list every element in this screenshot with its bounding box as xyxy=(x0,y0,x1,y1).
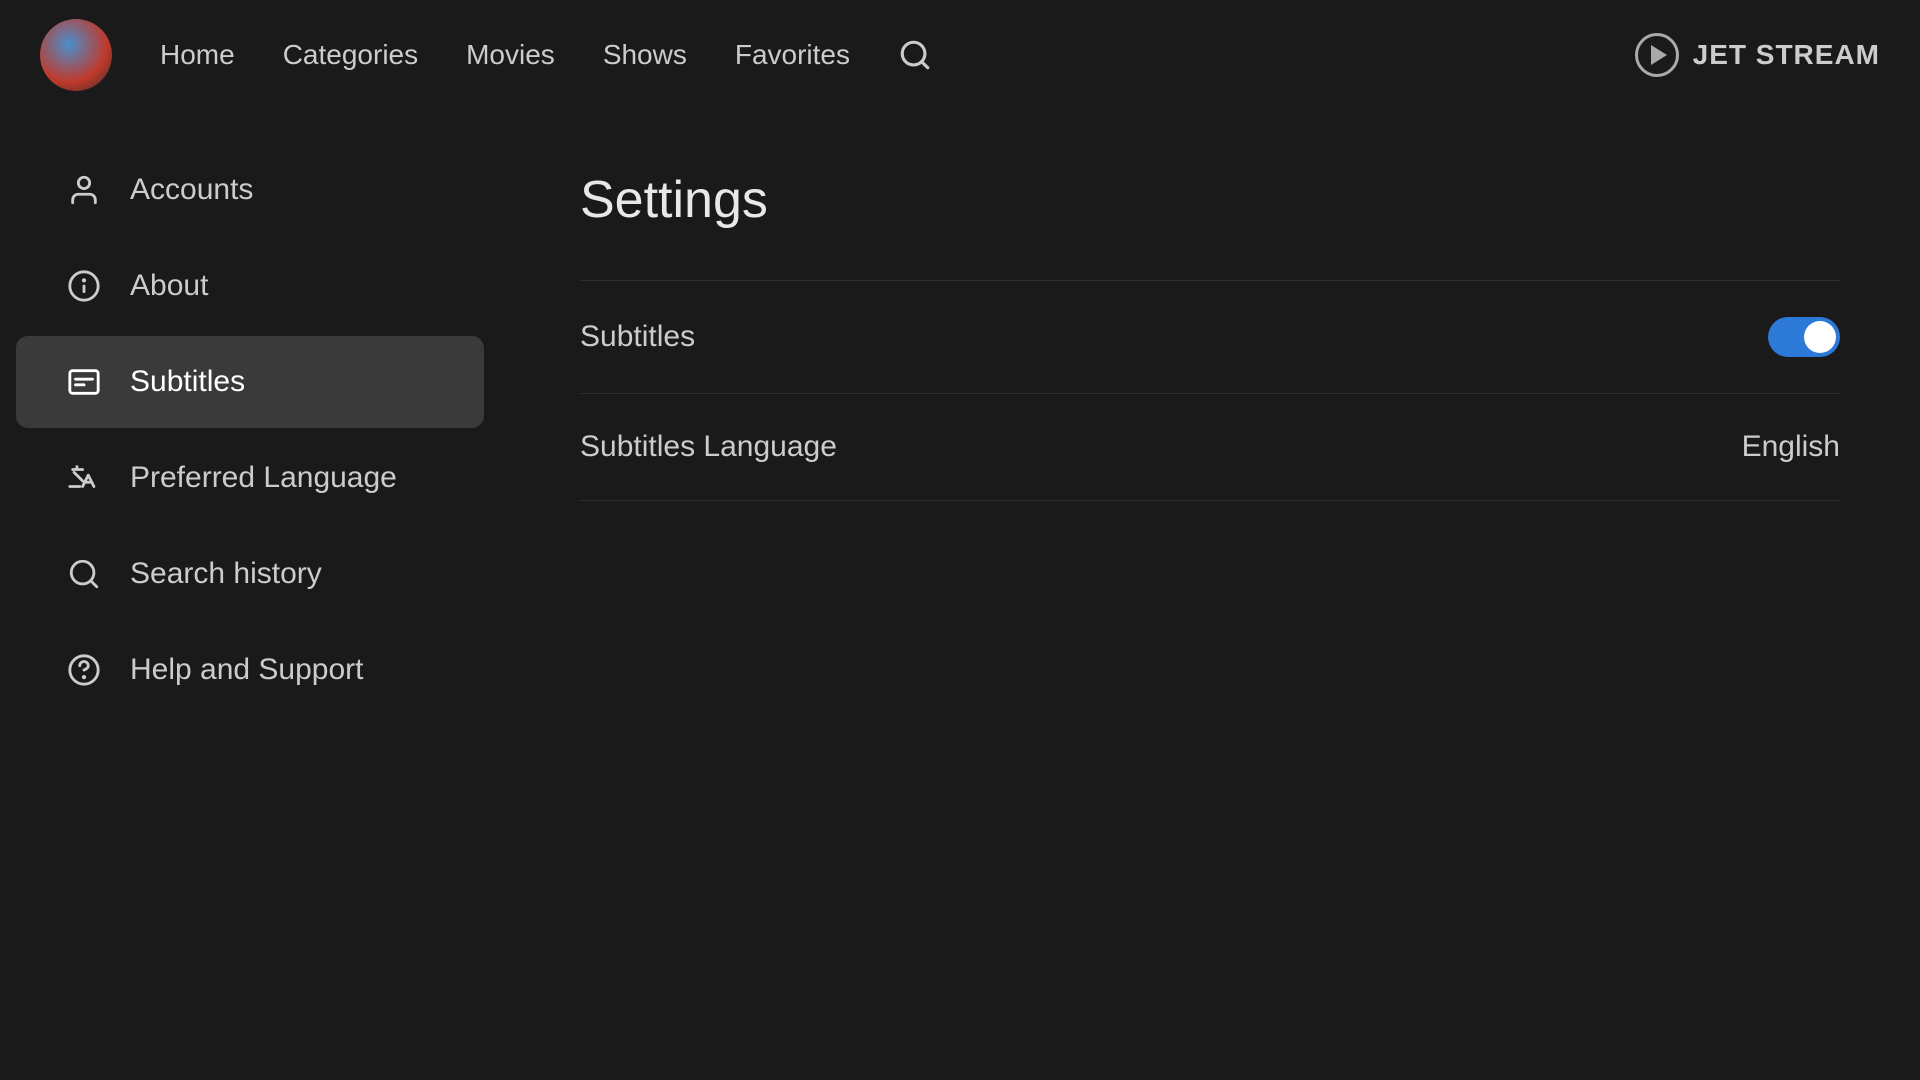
sidebar-item-preferred-language[interactable]: Preferred Language xyxy=(16,432,484,524)
info-icon xyxy=(66,268,102,304)
brand-area: JET STREAM xyxy=(1635,33,1880,77)
help-icon xyxy=(66,652,102,688)
subtitles-language-label: Subtitles Language xyxy=(580,430,837,464)
sidebar-item-help-support[interactable]: Help and Support xyxy=(16,624,484,716)
settings-title: Settings xyxy=(580,170,1840,230)
settings-row-subtitles: Subtitles xyxy=(580,280,1840,394)
sidebar: Accounts About Subtitles xyxy=(0,110,500,1080)
search-history-icon xyxy=(66,556,102,592)
sidebar-item-subtitles[interactable]: Subtitles xyxy=(16,336,484,428)
subtitles-language-value: English xyxy=(1742,430,1840,464)
top-navigation: Home Categories Movies Shows Favorites J… xyxy=(0,0,1920,110)
settings-panel: Settings Subtitles Subtitles Language En… xyxy=(500,110,1920,1080)
sidebar-label-about: About xyxy=(130,269,208,303)
nav-home[interactable]: Home xyxy=(160,39,235,71)
sidebar-label-accounts: Accounts xyxy=(130,173,253,207)
nav-movies[interactable]: Movies xyxy=(466,39,555,71)
sidebar-item-about[interactable]: About xyxy=(16,240,484,332)
toggle-slider xyxy=(1768,317,1840,357)
sidebar-label-preferred-language: Preferred Language xyxy=(130,461,397,495)
nav-favorites[interactable]: Favorites xyxy=(735,39,850,71)
translate-icon xyxy=(66,460,102,496)
sidebar-item-search-history[interactable]: Search history xyxy=(16,528,484,620)
search-icon[interactable] xyxy=(898,38,932,72)
nav-shows[interactable]: Shows xyxy=(603,39,687,71)
nav-categories[interactable]: Categories xyxy=(283,39,418,71)
sidebar-label-search-history: Search history xyxy=(130,557,322,591)
main-content: Accounts About Subtitles xyxy=(0,110,1920,1080)
subtitles-toggle[interactable] xyxy=(1768,317,1840,357)
sidebar-label-subtitles: Subtitles xyxy=(130,365,245,399)
person-icon xyxy=(66,172,102,208)
brand-play-icon xyxy=(1635,33,1679,77)
settings-row-subtitles-language[interactable]: Subtitles Language English xyxy=(580,394,1840,501)
sidebar-item-accounts[interactable]: Accounts xyxy=(16,144,484,236)
user-avatar[interactable] xyxy=(40,19,112,91)
subtitles-icon xyxy=(66,364,102,400)
subtitles-label: Subtitles xyxy=(580,320,695,354)
brand-name: JET STREAM xyxy=(1693,39,1880,71)
nav-links: Home Categories Movies Shows Favorites xyxy=(160,38,1635,72)
sidebar-label-help-support: Help and Support xyxy=(130,653,364,687)
